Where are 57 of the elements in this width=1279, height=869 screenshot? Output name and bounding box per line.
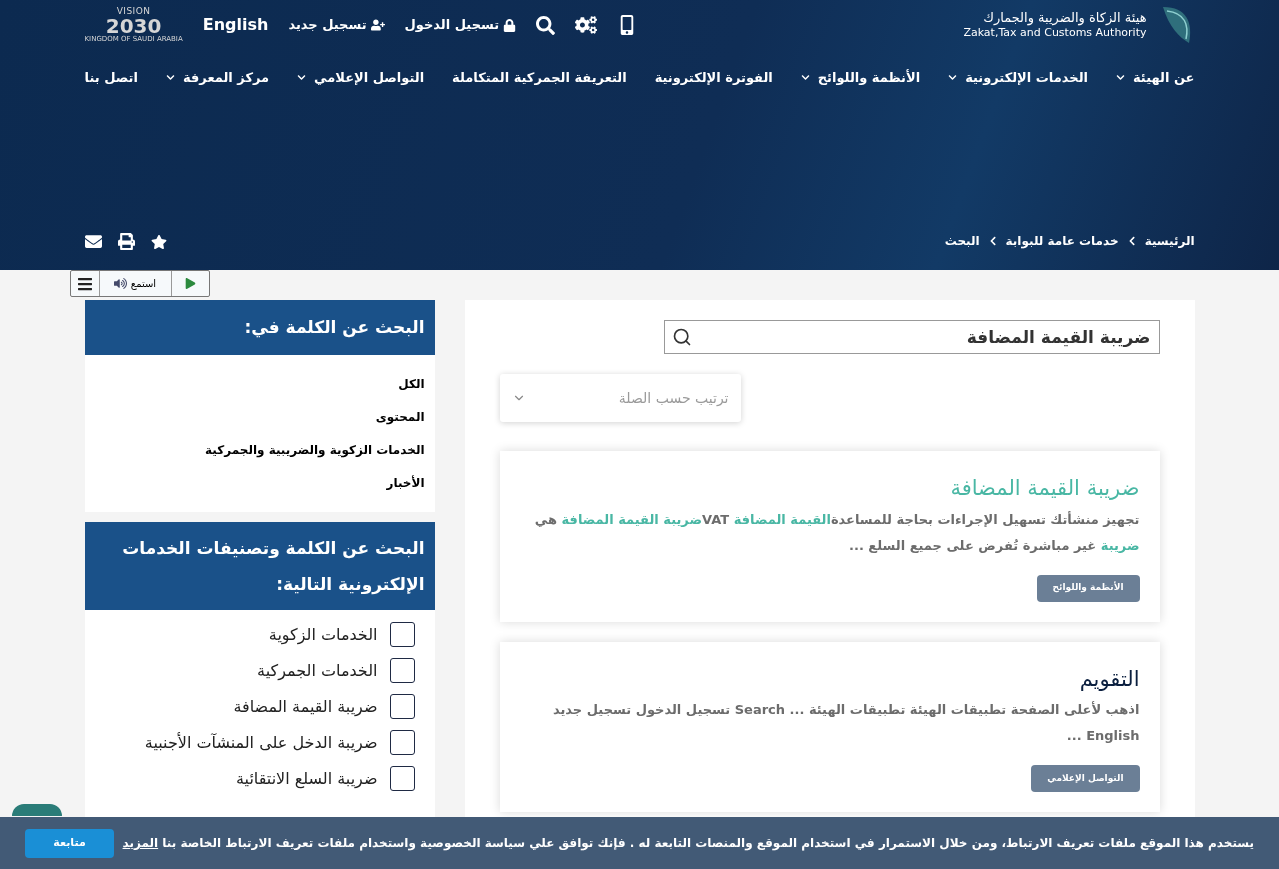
chevron-icon [297, 73, 307, 82]
result-snippet: اذهب لأعلى الصفحة تطبيقات الهيئة تطبيقات الهيئة ... Search تسجيل الدخول تسجيل جديد English ... [551, 700, 1140, 745]
settings-icon[interactable] [575, 14, 598, 36]
chevron-icon [800, 73, 810, 82]
mail-icon[interactable] [84, 233, 102, 250]
chevron-icon [165, 73, 175, 82]
breadcrumb-link[interactable]: خدمات عامة للبوابة [1005, 232, 1119, 250]
checkbox[interactable] [389, 730, 415, 755]
checkbox[interactable] [389, 622, 415, 647]
user-plus-icon [370, 18, 385, 32]
register-link[interactable]: تسجيل جديد [288, 15, 385, 35]
panel-title: البحث عن الكلمة وتصنيفات الخدمات الإلكترونية التالية: [122, 538, 425, 594]
checkbox-label: الخدمات الزكوية [268, 623, 378, 647]
category-tag-button[interactable]: الأنظمة واللوائح [1036, 574, 1140, 602]
panel-title: البحث عن الكلمة في: [244, 315, 425, 340]
search-icon[interactable] [536, 15, 556, 35]
speaker-icon [113, 277, 127, 290]
scope-option[interactable]: الأخبار [94, 474, 425, 492]
nav-item[interactable]: الخدمات الإلكترونية [948, 67, 1088, 88]
login-link[interactable]: تسجيل الدخول [404, 15, 517, 35]
scope-option[interactable]: المحتوى [94, 408, 425, 426]
checkbox-label: ضريبة الدخل على المنشآت الأجنبية [144, 731, 378, 754]
star-icon[interactable] [150, 233, 167, 250]
checkbox[interactable] [389, 766, 415, 791]
menu-icon [76, 275, 93, 292]
checkbox-label: ضريبة القيمة المضافة [233, 695, 378, 718]
scope-option[interactable]: الخدمات الزكوية والضريبية والجمركية [94, 441, 425, 459]
more-link[interactable]: المزيد [122, 836, 159, 850]
breadcrumb-link[interactable]: الرئيسية [1144, 232, 1195, 250]
chevron-icon [948, 73, 958, 82]
lock-icon [503, 18, 517, 32]
listen-button[interactable]: استمع [99, 271, 172, 296]
nav-item[interactable]: الأنظمة واللوائح [800, 67, 921, 88]
search-field[interactable]: ضريبة القيمة المضافة [663, 320, 1160, 354]
nav-item[interactable]: عن الهيئة [1115, 67, 1195, 88]
chevron-icon [1115, 73, 1125, 82]
checkbox[interactable] [389, 694, 415, 719]
scope-option[interactable]: الكل [94, 375, 425, 393]
search-icon[interactable] [671, 327, 692, 347]
print-icon[interactable] [117, 233, 135, 250]
language-link[interactable]: English [202, 13, 269, 37]
continue-button[interactable]: متابعة [25, 828, 114, 858]
checkbox-label: ضريبة السلع الانتقائية [235, 767, 378, 791]
nav-item[interactable]: مركز المعرفة [165, 67, 270, 88]
org-name: هيئة الزكاة والضريبة والجمارك [982, 10, 1147, 27]
nav-item[interactable]: التعريفة الجمركية المتكاملة [452, 67, 627, 88]
play-icon [184, 278, 196, 289]
org-name-english: Zakat,Tax and Customs Authority [963, 26, 1147, 40]
checkbox-label: الخدمات الجمركية [257, 659, 378, 683]
nav-item[interactable]: التواصل الإعلامي [297, 67, 425, 88]
cookie-notice: يستخدم هذا الموقع ملفات تعريف الارتباط، ومن خلال الاستمرار في استخدام الموقع والمنصات التابعة له . فإنك توافق علي سياسة الخصوصية واستخدام ملفات تعريف الارتباط الخاصة بنا المزيد [122, 835, 1254, 852]
breadcrumb-link[interactable]: البحث [944, 232, 980, 250]
checkbox[interactable] [389, 658, 415, 683]
result-title[interactable]: التقويم [519, 663, 1140, 695]
category-tag-button[interactable]: التواصل الإعلامي [1031, 765, 1140, 792]
nav-item[interactable]: اتصل بنا [84, 67, 138, 88]
nav-item[interactable]: الفوترة الإلكترونية [654, 67, 773, 88]
